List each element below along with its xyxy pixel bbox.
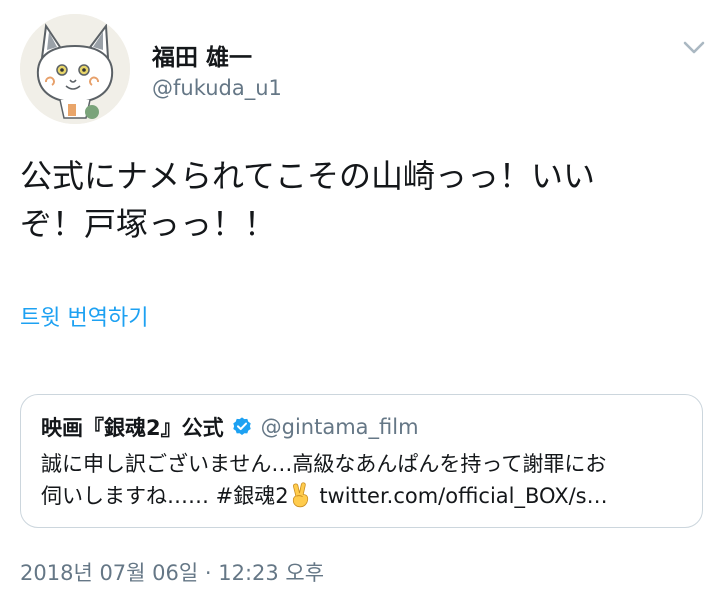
quoted-tweet-header: 映画『銀魂2』公式 @gintama_film [41, 412, 419, 442]
victory-hand-emoji-icon [292, 482, 308, 508]
author-handle[interactable]: @fukuda_u1 [152, 76, 282, 100]
quoted-tweet-text-line: 伺いしますね…… #銀魂2 twitter.com/official_BOX/s… [41, 480, 681, 512]
tweet-timestamp[interactable]: 2018년 07월 06일 · 12:23 오후 [20, 557, 324, 587]
quoted-tweet-name: 映画『銀魂2』公式 [41, 416, 224, 440]
quoted-tweet-link-text[interactable]: twitter.com/official_BOX/s… [313, 484, 607, 508]
tweet-text: 公式にナメられてこその山崎っっ！いい ぞ！戸塚っっ！！ [20, 152, 685, 248]
verified-badge-icon [232, 417, 251, 435]
quoted-tweet-card[interactable]: 映画『銀魂2』公式 @gintama_film 誠に申し訳ございません…高級なあ… [20, 394, 703, 528]
tweet-text-line: 公式にナメられてこその山崎っっ！いい [20, 157, 596, 195]
quoted-tweet-handle: @gintama_film [260, 415, 419, 439]
quoted-tweet-hashtag-text: 伺いしますね…… #銀魂2 [41, 484, 289, 508]
author-display-name[interactable]: 福田 雄一 [152, 38, 252, 72]
avatar-drawing [20, 14, 130, 124]
chevron-down-icon[interactable] [682, 38, 706, 58]
quoted-tweet-text: 誠に申し訳ございません…高級なあんぱんを持って謝罪にお 伺いしますね…… #銀魂… [41, 448, 681, 512]
avatar[interactable] [20, 14, 130, 124]
translate-tweet-link[interactable]: 트윗 번역하기 [20, 300, 148, 332]
quoted-tweet-text-line: 誠に申し訳ございません…高級なあんぱんを持って謝罪にお [41, 452, 607, 476]
tweet-text-line: ぞ！戸塚っっ！！ [20, 205, 277, 243]
